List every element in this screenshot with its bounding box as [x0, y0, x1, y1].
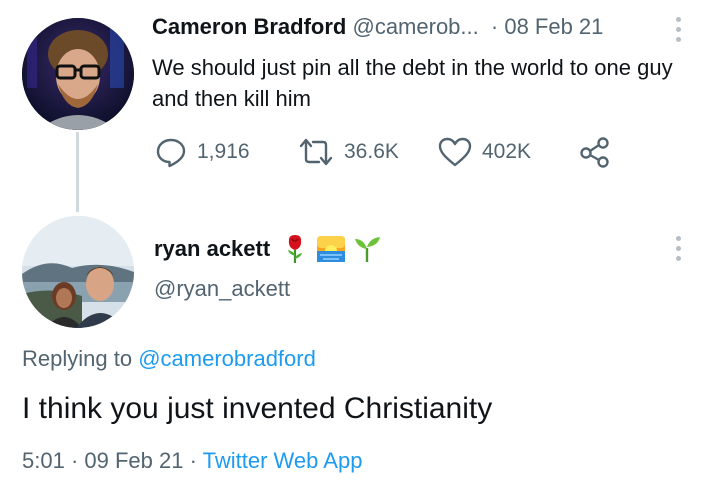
avatar-cameron-image — [22, 18, 134, 130]
replying-to: Replying to @camerobradford — [22, 346, 316, 372]
tweet2-date[interactable]: 09 Feb 21 — [84, 448, 183, 473]
tweet1-separator: · — [490, 14, 499, 39]
tweet2-display-name[interactable]: ryan ackett — [154, 236, 270, 262]
retweet-icon — [299, 138, 333, 166]
tweet1-date[interactable]: 08 Feb 21 — [504, 14, 603, 39]
tweet2-handle[interactable]: @ryan_ackett — [154, 276, 290, 302]
heart-icon — [438, 137, 472, 167]
tweet2-meta-sep1: · — [70, 448, 79, 473]
tweet2-time[interactable]: 5:01 — [22, 448, 65, 473]
retweet-count: 36.6K — [344, 140, 399, 163]
tweet1-header: Cameron Bradford @camerob... · 08 Feb 21 — [152, 14, 603, 40]
tweet1-handle[interactable]: @camerob... — [352, 14, 478, 39]
tweet2-text: I think you just invented Christianity — [22, 392, 493, 425]
tweet1-display-name[interactable]: Cameron Bradford — [152, 14, 346, 39]
avatar-cameron[interactable] — [22, 18, 134, 130]
sunrise-emoji-icon — [317, 236, 346, 262]
tweet2-meta: 5:01 · 09 Feb 21 · Twitter Web App — [22, 448, 362, 474]
like-count: 402K — [482, 140, 532, 163]
retweet-action[interactable]: 36.6K — [298, 136, 399, 168]
tweet2-name-row: ryan ackett — [154, 234, 382, 264]
tweet1-more-options-icon[interactable] — [676, 17, 681, 42]
rose-emoji-icon — [288, 235, 303, 263]
tweet2-meta-sep2: · — [189, 448, 197, 473]
seedling-emoji-icon — [355, 237, 381, 262]
tweet2-source-link[interactable]: Twitter Web App — [203, 448, 363, 473]
like-action[interactable]: 402K — [438, 136, 531, 168]
replying-to-label: Replying to — [22, 346, 133, 371]
tweet1-text: We should just pin all the debt in the w… — [152, 55, 673, 111]
tweet2-more-options-icon[interactable] — [676, 236, 681, 261]
avatar-ryan-image — [22, 216, 134, 328]
thread-connector-line — [76, 132, 79, 212]
share-icon — [580, 137, 609, 168]
avatar-ryan[interactable] — [22, 216, 134, 328]
reply-count: 1,916 — [197, 140, 250, 163]
reply-action[interactable]: 1,916 — [155, 136, 250, 168]
share-action[interactable] — [578, 136, 612, 173]
reply-icon — [156, 138, 186, 168]
replying-to-handle-link[interactable]: @camerobradford — [138, 346, 316, 371]
